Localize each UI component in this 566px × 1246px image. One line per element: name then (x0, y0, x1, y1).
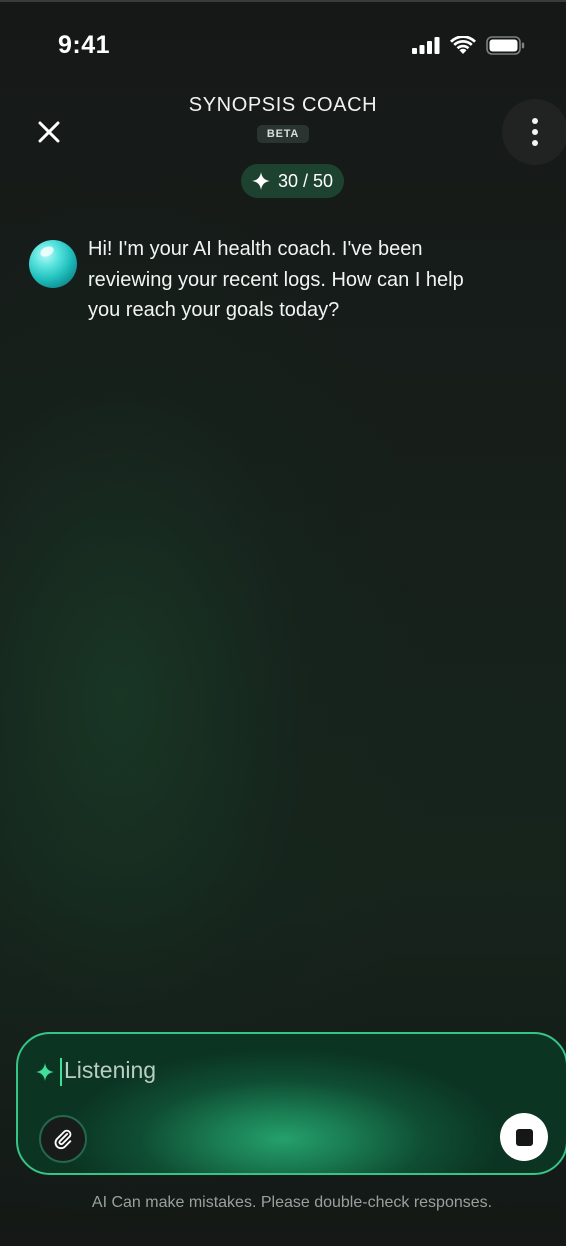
sparkle-icon (36, 1063, 54, 1081)
credits-count: 30 / 50 (277, 170, 334, 191)
coach-avatar (29, 240, 77, 288)
text-cursor (60, 1058, 62, 1086)
battery-icon (486, 36, 526, 59)
credits-badge: 30 / 50 (241, 164, 344, 198)
stop-icon (515, 1128, 533, 1146)
status-time: 9:41 (58, 31, 111, 59)
attach-button[interactable] (39, 1115, 87, 1163)
paperclip-icon (54, 1129, 72, 1150)
cellular-signal-icon (412, 37, 440, 58)
sparkle-icon (251, 172, 270, 190)
top-border (0, 0, 566, 2)
status-icons (412, 35, 526, 59)
message-composer[interactable]: Listening (16, 1032, 566, 1175)
composer-input[interactable]: Listening (64, 1057, 156, 1084)
ai-disclaimer: AI Can make mistakes. Please double-chec… (91, 1194, 493, 1211)
header-title-group: SYNOPSIS COACH BETA (0, 94, 566, 143)
page-title: SYNOPSIS COACH (188, 94, 378, 116)
coach-screen: 9:41 SYNOPSIS COACH BETA 30 / 50 Hi! I'm… (0, 0, 566, 1246)
coach-message: Hi! I'm your AI health coach. I've been … (88, 238, 464, 321)
wifi-icon (450, 35, 476, 59)
stop-listening-button[interactable] (500, 1113, 548, 1161)
more-options-button[interactable] (502, 99, 566, 165)
beta-badge: BETA (256, 125, 310, 143)
